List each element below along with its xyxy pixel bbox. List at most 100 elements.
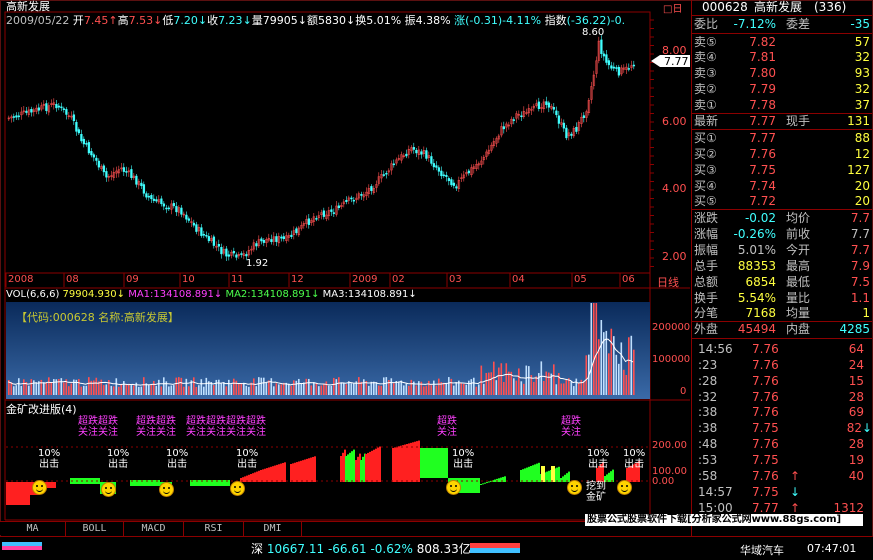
smiley-icon — [159, 482, 174, 497]
tick-price: 7.76 — [752, 469, 779, 483]
volume-bar — [410, 379, 413, 395]
indicator-bar — [400, 445, 402, 482]
period-button[interactable]: 日线 — [657, 274, 679, 290]
candle-body — [82, 138, 86, 145]
tick-volume: 69 — [848, 405, 864, 419]
tick-time: :23 — [698, 358, 718, 372]
indicator-bar — [428, 448, 430, 478]
volume-bar — [625, 374, 628, 395]
volume-bar — [255, 386, 258, 395]
high-arrow: ↓ — [153, 14, 163, 27]
volume-bar — [85, 385, 88, 395]
candle-body — [562, 122, 566, 129]
tick-price: 7.76 — [752, 390, 779, 404]
volume-bar — [395, 381, 398, 395]
tab-ma[interactable]: MA — [0, 522, 66, 536]
stat-value: 1.1 — [850, 291, 870, 305]
turnover-value: 5.01% — [366, 14, 402, 27]
candle-body — [610, 65, 613, 69]
volume-bar — [53, 379, 55, 395]
open-label: 开 — [72, 14, 84, 27]
stat-label: 最低 — [786, 275, 811, 289]
indicator-bar — [310, 457, 312, 482]
tick-volume: 19 — [848, 453, 864, 467]
ma1-arrow: ↓ — [213, 289, 223, 300]
indicator-bar — [342, 452, 344, 482]
ask-row[interactable]: 卖② 7.79 32 — [692, 82, 872, 97]
indicator-bars — [6, 440, 640, 505]
tab-rsi[interactable]: RSI — [184, 522, 244, 536]
volume-header: VOL(6,6,6) 79904.930↓ MA1:134108.891↓ MA… — [6, 289, 417, 300]
volume-bar — [215, 379, 218, 395]
bid-row[interactable]: 买② 7.76 12 — [692, 147, 872, 162]
ask-row[interactable]: 卖③ 7.80 93 — [692, 66, 872, 81]
tick-time: 14:57 — [698, 485, 733, 499]
indicator-bar — [347, 454, 349, 482]
volume-bar — [325, 381, 328, 395]
inner-label: 内盘 — [786, 322, 811, 336]
tick-direction: ↓ — [790, 485, 801, 499]
ask-row[interactable]: 卖① 7.78 37 — [692, 98, 872, 113]
current-price-label: 7.77 — [664, 55, 689, 68]
volume-bar — [335, 379, 338, 395]
volume-bar — [320, 385, 323, 395]
volume-bar — [563, 383, 565, 395]
volume-bar — [565, 379, 568, 395]
tab-dmi[interactable]: DMI — [244, 522, 302, 536]
volume-bar — [155, 385, 158, 395]
divider — [692, 209, 872, 210]
time-label: 12 — [291, 274, 304, 285]
volume-bar — [225, 386, 228, 395]
candle-body — [57, 105, 61, 108]
close-arrow: ↓ — [242, 14, 252, 27]
time-label: 08 — [66, 274, 79, 285]
ind-tick-0: 0.00 — [652, 476, 675, 487]
indicator-bar — [270, 466, 272, 482]
volume-bar — [273, 386, 275, 395]
bid-row[interactable]: 买③ 7.75 127 — [692, 163, 872, 178]
volume-bar — [475, 386, 478, 395]
volume-bar — [468, 380, 470, 395]
news-ticker[interactable]: 华域汽车 — [740, 542, 784, 558]
volume-bar — [60, 378, 63, 395]
indicator-bar — [440, 448, 442, 478]
volume-bar — [513, 378, 515, 395]
ask-row[interactable]: 卖④ 7.81 32 — [692, 50, 872, 65]
indicator-bar — [446, 448, 448, 478]
indicator-bar — [284, 462, 286, 482]
tick-time: :38 — [698, 405, 718, 419]
candle-body — [152, 198, 156, 201]
bid-row[interactable]: 买④ 7.74 20 — [692, 179, 872, 194]
candle-body — [72, 114, 76, 122]
stat-label: 量比 — [786, 291, 811, 305]
volume-bar — [120, 383, 123, 395]
ask-row[interactable]: 卖⑤ 7.82 57 — [692, 35, 872, 50]
vol-tick-0: 0 — [680, 386, 687, 397]
market-index[interactable]: 深 10667.11 -66.61 -0.62% 808.33亿 — [251, 540, 471, 557]
indicator-bar — [418, 440, 420, 482]
index-label: 指数 — [544, 14, 567, 27]
indicator-bar — [198, 480, 200, 486]
amount-arrow: ↓ — [346, 14, 356, 27]
tab-macd[interactable]: MACD — [124, 522, 184, 536]
candle-body — [260, 238, 263, 242]
indicator-bar — [74, 478, 76, 484]
high-marker: 8.60 — [582, 27, 605, 38]
candle-body — [332, 212, 336, 214]
low-label: 低 — [162, 14, 174, 27]
volume-bar — [620, 342, 623, 395]
volume-bar — [103, 385, 105, 395]
volume-bar — [323, 383, 325, 395]
volume-bar — [228, 379, 230, 395]
tick-volume: 64 — [848, 342, 864, 356]
bid-row[interactable]: 买⑤ 7.72 20 — [692, 194, 872, 209]
candle-body — [165, 207, 168, 210]
tick-row: :58 7.76 40 ↑ — [692, 469, 872, 484]
indicator-bar — [294, 462, 296, 482]
index-change: -66.61 — [327, 542, 367, 556]
tab-boll[interactable]: BOLL — [66, 522, 124, 536]
divider — [692, 129, 872, 130]
bid-volume: 20 — [854, 179, 870, 193]
candle-body — [582, 115, 586, 118]
bid-row[interactable]: 买① 7.77 88 — [692, 131, 872, 146]
